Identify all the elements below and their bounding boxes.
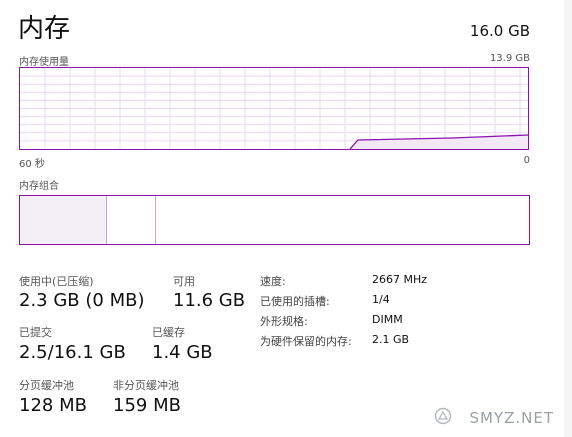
in-use-label: 使用中(已压缩): [19, 275, 94, 288]
cached-label: 已缓存: [152, 326, 185, 339]
available-label: 可用: [173, 275, 195, 288]
graph-left-time: 60 秒: [19, 159, 45, 170]
slots-label: 已使用的插槽:: [260, 295, 330, 308]
form-factor-label: 外形规格:: [260, 315, 308, 328]
available-value: 11.6 GB: [173, 290, 246, 311]
usage-graph-max: 13.9 GB: [489, 53, 530, 64]
committed-value: 2.5/16.1 GB: [19, 342, 126, 363]
form-factor-value: DIMM: [372, 313, 403, 326]
paged-pool-value: 128 MB: [19, 395, 87, 416]
watermark-logo-icon: [434, 407, 452, 425]
in-use-value: 2.3 GB (0 MB): [19, 290, 145, 311]
composition-in-use-segment: [20, 196, 107, 244]
hardware-reserved-value: 2.1 GB: [372, 333, 410, 346]
total-memory: 16.0 GB: [469, 22, 530, 40]
memory-composition-bar: [19, 195, 530, 245]
nonpaged-pool-label: 非分页缓冲池: [113, 379, 179, 392]
memory-usage-graph: [19, 67, 529, 150]
page-title: 内存: [18, 14, 71, 44]
cached-value: 1.4 GB: [152, 342, 213, 363]
paged-pool-label: 分页缓冲池: [19, 379, 74, 392]
composition-modified-segment: [107, 196, 156, 244]
speed-value: 2667 MHz: [372, 273, 428, 286]
slots-value: 1/4: [372, 293, 390, 306]
hardware-reserved-label: 为硬件保留的内存:: [260, 335, 352, 348]
scrollbar[interactable]: [564, 0, 572, 437]
memory-usage-graph-svg: [20, 68, 529, 150]
committed-label: 已提交: [19, 326, 52, 339]
usage-graph-label: 内存使用量: [19, 57, 69, 68]
watermark-text: SMYZ.NET: [469, 409, 554, 427]
composition-label: 内存组合: [19, 181, 59, 192]
nonpaged-pool-value: 159 MB: [113, 395, 181, 416]
speed-label: 速度:: [260, 275, 286, 288]
usage-area: [350, 135, 528, 149]
graph-right-time: 0: [523, 155, 530, 166]
